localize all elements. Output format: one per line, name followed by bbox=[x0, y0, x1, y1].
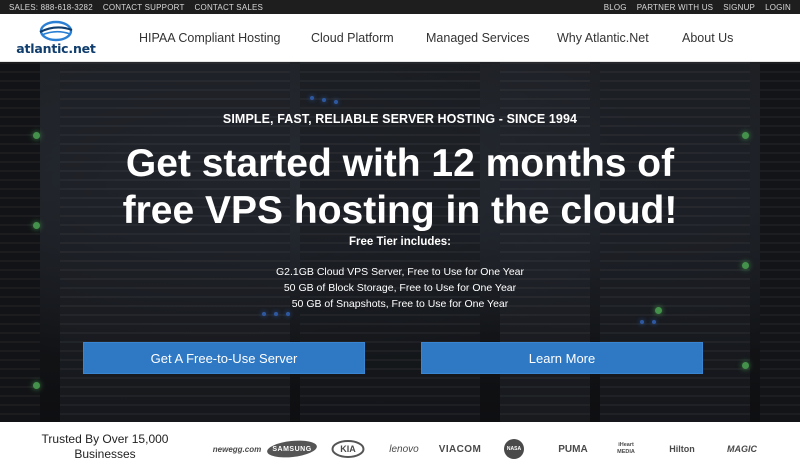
nav-about-us[interactable]: About Us bbox=[682, 14, 733, 62]
contact-support-link[interactable]: CONTACT SUPPORT bbox=[103, 3, 185, 12]
feature-item: 50 GB of Snapshots, Free to Use for One … bbox=[291, 298, 509, 310]
free-tier-features: G2.1GB Cloud VPS Server, Free to Use for… bbox=[0, 264, 800, 312]
topbar-left: SALES: 888-618-3282 CONTACT SUPPORT CONT… bbox=[9, 3, 263, 12]
hero-title-line-2: free VPS hosting in the cloud! bbox=[122, 189, 678, 232]
trusted-line-1: Trusted By Over 15,000 bbox=[41, 432, 169, 446]
learn-more-button[interactable]: Learn More bbox=[421, 342, 703, 374]
feature-item: G2.1GB Cloud VPS Server, Free to Use for… bbox=[275, 266, 525, 278]
nav-hipaa-hosting[interactable]: HIPAA Compliant Hosting bbox=[139, 14, 281, 62]
login-link[interactable]: LOGIN bbox=[765, 3, 791, 12]
magic-logo: MAGIC bbox=[727, 444, 757, 454]
top-utility-bar: SALES: 888-618-3282 CONTACT SUPPORT CONT… bbox=[0, 0, 800, 14]
nav-cloud-platform[interactable]: Cloud Platform bbox=[311, 14, 394, 62]
trusted-by-text: Trusted By Over 15,000 Businesses bbox=[30, 432, 180, 462]
puma-logo: PUMA bbox=[558, 443, 588, 455]
nasa-text: NASA bbox=[506, 446, 522, 452]
feature-item: 50 GB of Block Storage, Free to Use for … bbox=[283, 282, 517, 294]
kia-logo: KIA bbox=[330, 422, 366, 476]
nav-why-atlantic[interactable]: Why Atlantic.Net bbox=[557, 14, 649, 62]
samsung-text: SAMSUNG bbox=[272, 445, 312, 453]
trusted-by-section: Trusted By Over 15,000 Businesses newegg… bbox=[0, 422, 800, 476]
viacom-logo: VIACOM bbox=[438, 443, 482, 455]
hero-banner: SIMPLE, FAST, RELIABLE SERVER HOSTING - … bbox=[0, 62, 800, 422]
partner-link[interactable]: PARTNER WITH US bbox=[637, 3, 713, 12]
iheart-media-logo: iHeart MEDIA bbox=[617, 442, 635, 455]
newegg-logo: newegg.com bbox=[212, 444, 262, 454]
sales-phone-link[interactable]: SALES: 888-618-3282 bbox=[9, 3, 93, 12]
blog-link[interactable]: BLOG bbox=[604, 3, 627, 12]
nav-items: HIPAA Compliant Hosting Cloud Platform M… bbox=[0, 14, 800, 62]
samsung-logo: SAMSUNG bbox=[266, 422, 318, 476]
get-free-server-button[interactable]: Get A Free-to-Use Server bbox=[83, 342, 365, 374]
trusted-line-2: Businesses bbox=[74, 447, 136, 461]
topbar-right: BLOG PARTNER WITH US SIGNUP LOGIN bbox=[604, 3, 791, 12]
hero-subtitle: SIMPLE, FAST, RELIABLE SERVER HOSTING - … bbox=[222, 112, 578, 126]
lenovo-logo: lenovo bbox=[389, 443, 419, 455]
signup-link[interactable]: SIGNUP bbox=[723, 3, 755, 12]
main-navigation: atlantic.net HIPAA Compliant Hosting Clo… bbox=[0, 14, 800, 62]
contact-sales-link[interactable]: CONTACT SALES bbox=[195, 3, 264, 12]
free-tier-heading: Free Tier includes: bbox=[348, 236, 452, 248]
hilton-logo: Hilton bbox=[669, 444, 695, 454]
nav-managed-services[interactable]: Managed Services bbox=[426, 14, 530, 62]
hero-title: Get started with 12 months of free VPS h… bbox=[100, 140, 700, 234]
kia-text: KIA bbox=[340, 444, 356, 454]
nasa-logo: NASA bbox=[503, 422, 525, 476]
hero-title-line-1: Get started with 12 months of bbox=[125, 142, 675, 185]
